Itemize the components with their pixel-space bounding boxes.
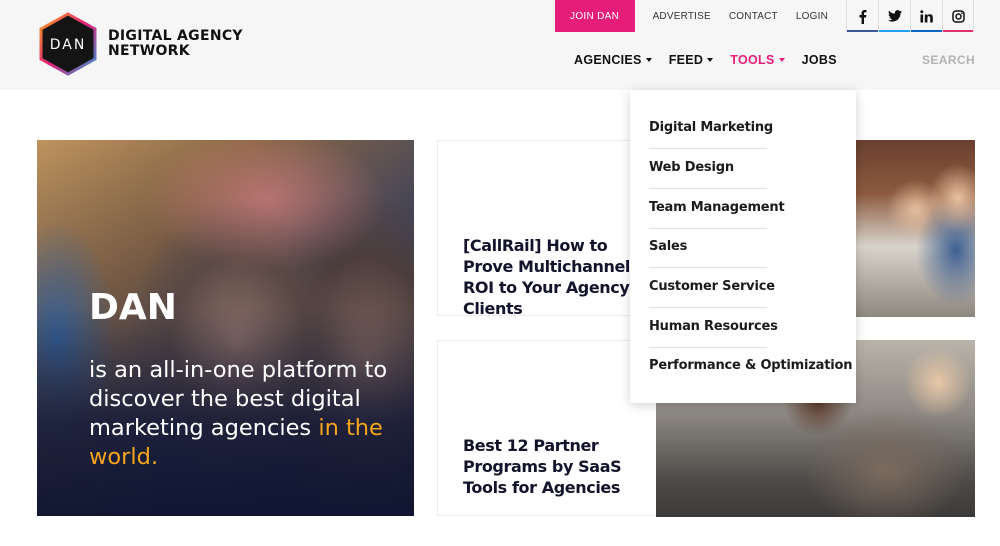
menu-divider <box>649 267 767 268</box>
dan-logo[interactable]: DAN <box>37 12 99 76</box>
linkedin-icon[interactable] <box>910 0 942 32</box>
tools-dropdown-menu: Digital Marketing Web Design Team Manage… <box>630 90 856 403</box>
caret-down-icon <box>707 58 714 62</box>
nav-agencies[interactable]: AGENCIES <box>574 53 652 67</box>
menu-item-web-design[interactable]: Web Design <box>649 160 734 175</box>
hero-text: is an all-in-one platform to discover th… <box>89 356 399 472</box>
site-header: DAN DIGITAL AGENCY NETWORK JOIN DAN ADVE… <box>0 0 1000 90</box>
hero-title: DAN <box>89 287 177 328</box>
nav-tools[interactable]: TOOLS <box>730 53 785 67</box>
logo-line-1: DIGITAL AGENCY <box>108 28 243 44</box>
menu-divider <box>649 228 767 229</box>
logo-wordmark[interactable]: DIGITAL AGENCY NETWORK <box>108 29 243 59</box>
nav-agencies-label: AGENCIES <box>574 53 642 67</box>
facebook-icon[interactable] <box>846 0 878 32</box>
nav-jobs-label: JOBS <box>801 53 837 67</box>
article-title[interactable]: [CallRail] How to Prove Multichannel ROI… <box>463 235 648 319</box>
twitter-icon[interactable] <box>878 0 910 32</box>
join-button[interactable]: JOIN DAN <box>554 0 635 32</box>
caret-down-icon <box>645 58 652 62</box>
menu-divider <box>649 347 767 348</box>
caret-down-icon <box>778 58 785 62</box>
nav-jobs[interactable]: JOBS <box>802 53 837 67</box>
nav-feed-label: FEED <box>668 53 704 67</box>
menu-item-human-resources[interactable]: Human Resources <box>649 319 778 334</box>
top-bar: JOIN DAN ADVERTISE CONTACT LOGIN <box>554 0 974 32</box>
top-links: ADVERTISE CONTACT LOGIN <box>635 0 846 32</box>
social-links <box>846 0 974 32</box>
menu-item-team-management[interactable]: Team Management <box>649 200 785 215</box>
advertise-link[interactable]: ADVERTISE <box>653 11 711 22</box>
hero-card[interactable]: DAN is an all-in-one platform to discove… <box>37 140 414 516</box>
menu-item-customer-service[interactable]: Customer Service <box>649 279 775 294</box>
nav-tools-label: TOOLS <box>730 53 775 67</box>
menu-divider <box>649 148 767 149</box>
menu-item-digital-marketing[interactable]: Digital Marketing <box>649 120 773 135</box>
instagram-icon[interactable] <box>942 0 974 32</box>
logo-line-2: NETWORK <box>108 43 190 59</box>
search-link[interactable]: SEARCH <box>922 53 975 67</box>
menu-divider <box>649 307 767 308</box>
menu-item-sales[interactable]: Sales <box>649 239 687 254</box>
menu-item-performance-optimization[interactable]: Performance & Optimization <box>649 358 852 373</box>
nav-feed[interactable]: FEED <box>669 53 714 67</box>
login-link[interactable]: LOGIN <box>796 11 828 22</box>
article-title[interactable]: Best 12 Partner Programs by SaaS Tools f… <box>463 435 648 498</box>
contact-link[interactable]: CONTACT <box>729 11 778 22</box>
logo-mark: DAN <box>50 37 87 53</box>
menu-divider <box>649 188 767 189</box>
main-nav: AGENCIES FEED TOOLS JOBS <box>574 53 837 67</box>
